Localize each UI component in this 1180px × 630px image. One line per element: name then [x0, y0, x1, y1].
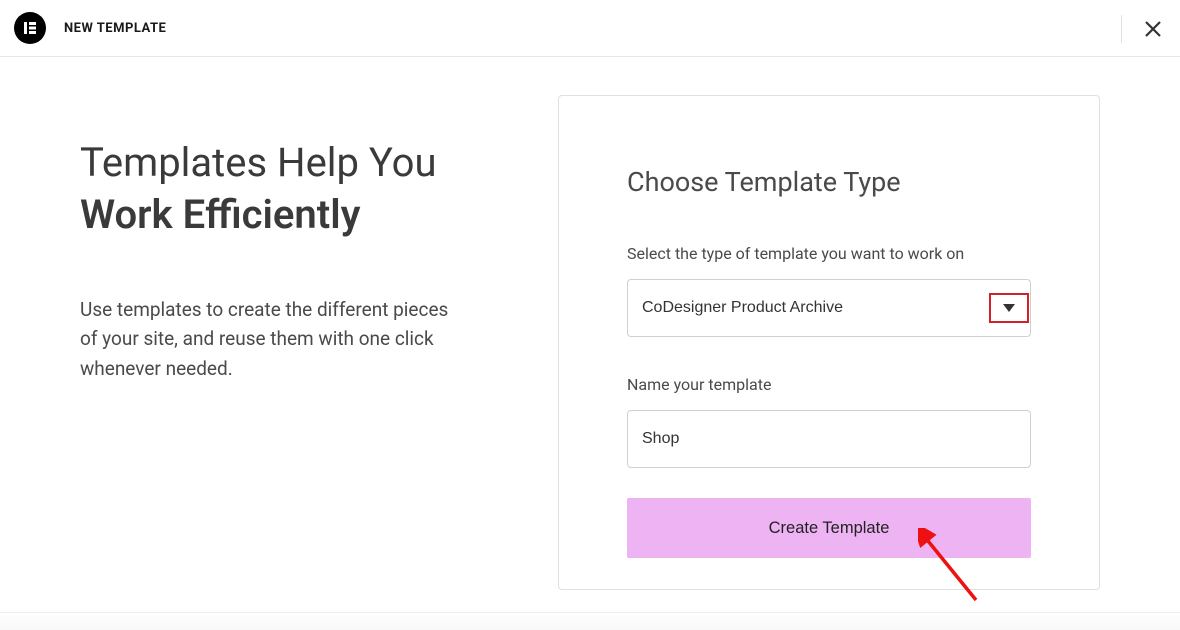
panel-title: Choose Template Type	[627, 166, 1031, 198]
intro-panel: Templates Help You Work Efficiently Use …	[0, 57, 558, 630]
template-type-select[interactable]	[627, 279, 1031, 337]
intro-heading-line1: Templates Help You	[80, 139, 437, 186]
close-button[interactable]	[1140, 16, 1166, 42]
close-icon	[1144, 20, 1162, 38]
intro-heading: Templates Help You Work Efficiently	[80, 137, 498, 241]
elementor-logo-icon	[14, 12, 46, 44]
template-type-label: Select the type of template you want to …	[627, 244, 1031, 263]
header-title: NEW TEMPLATE	[64, 21, 166, 36]
intro-description: Use templates to create the different pi…	[80, 295, 460, 383]
template-form-panel: Choose Template Type Select the type of …	[558, 95, 1100, 590]
modal-header: NEW TEMPLATE	[0, 0, 1180, 57]
header-divider	[1121, 15, 1122, 43]
footer-edge	[0, 612, 1180, 630]
template-name-label: Name your template	[627, 375, 1031, 394]
create-template-button[interactable]: Create Template	[627, 498, 1031, 558]
intro-heading-line2: Work Efficiently	[80, 189, 498, 241]
template-name-input[interactable]	[627, 410, 1031, 468]
